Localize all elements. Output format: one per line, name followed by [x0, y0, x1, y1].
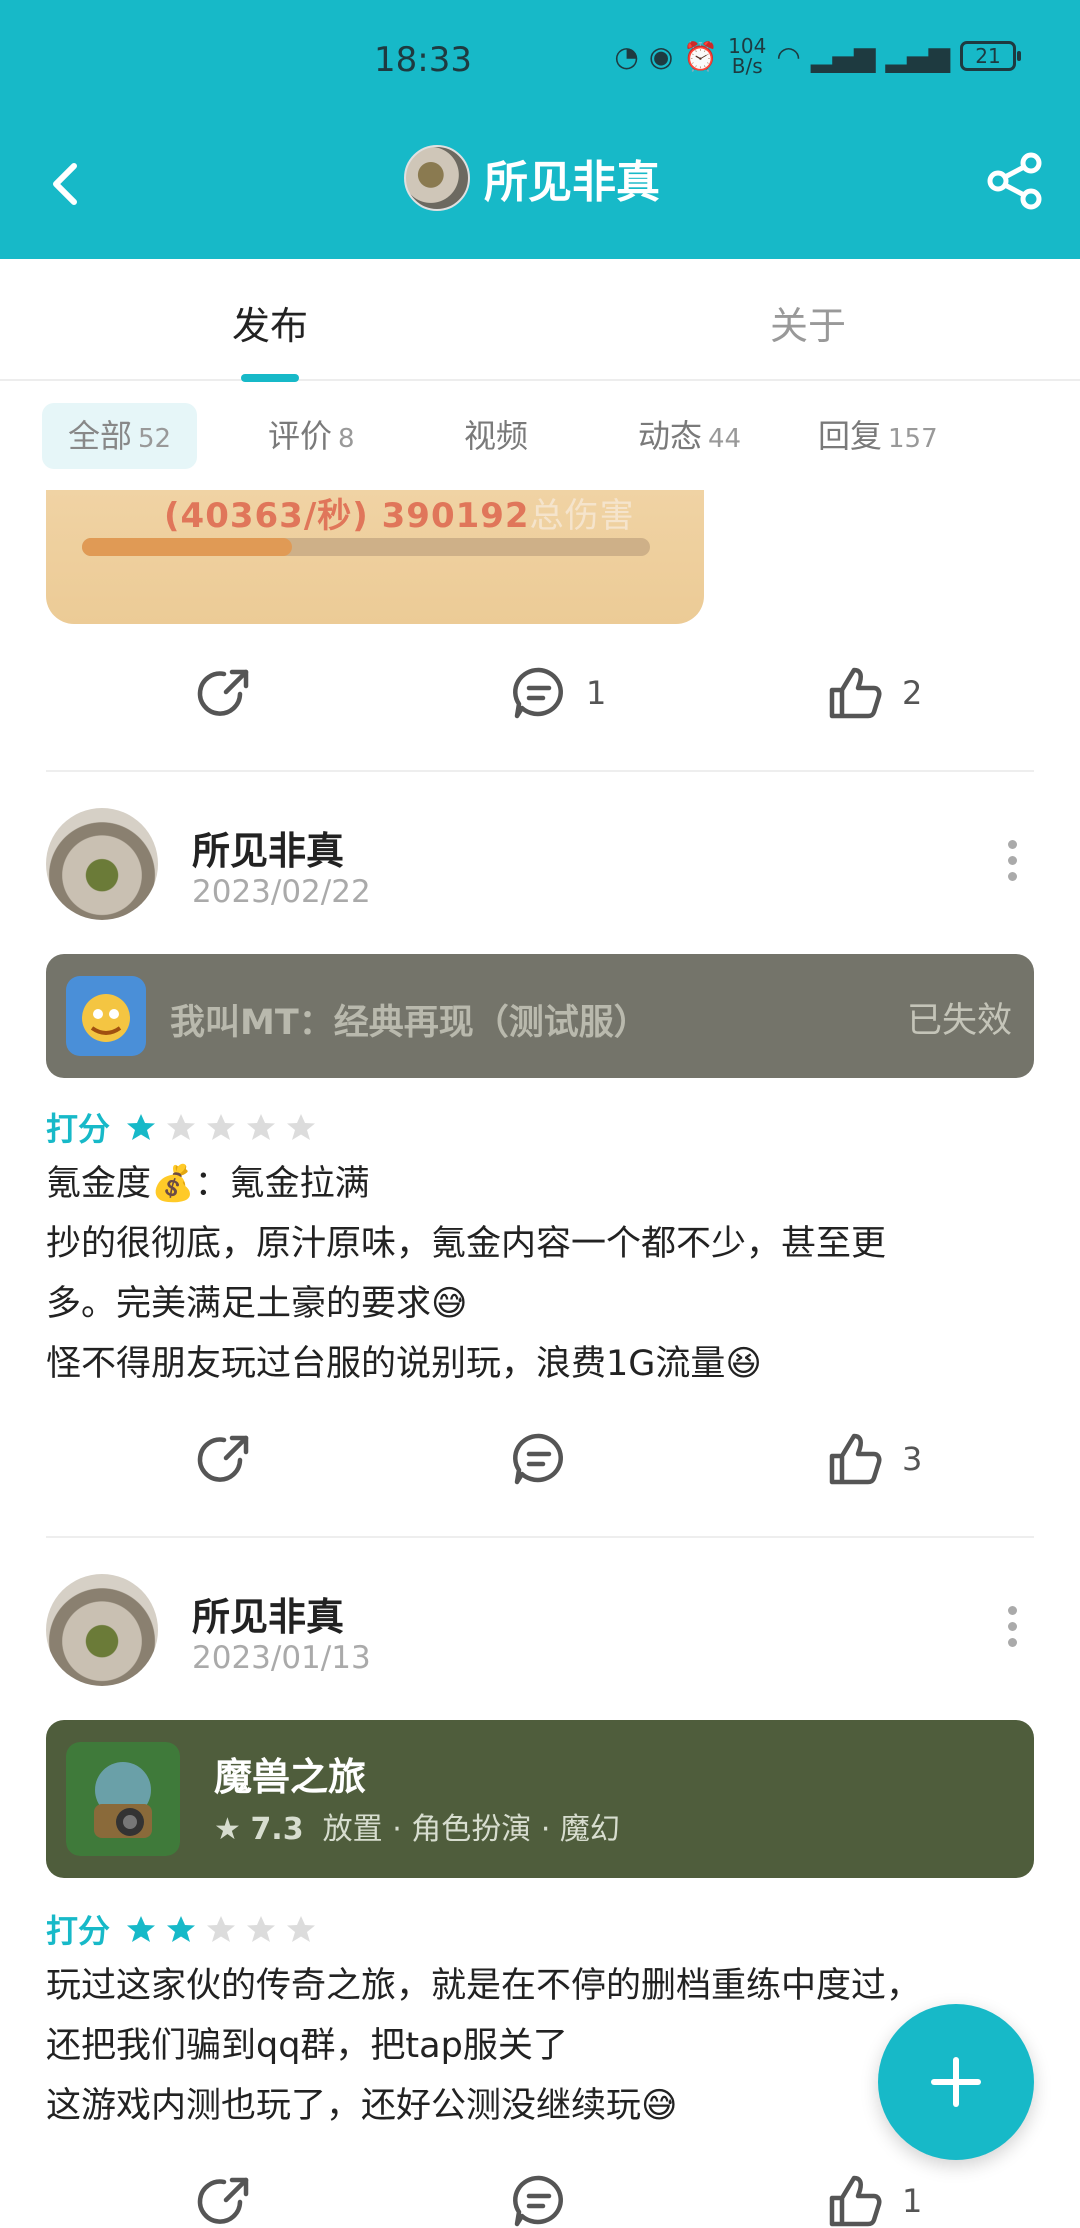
- star-filled-icon: [167, 1916, 196, 1942]
- comment-button[interactable]: [510, 1430, 586, 1488]
- like-count: 1: [902, 2182, 923, 2220]
- data-saver-icon: ◔: [614, 39, 639, 73]
- game-name: 我叫MT：经典再现（测试服）: [170, 1003, 649, 1043]
- post-actions: 1 2: [0, 656, 1080, 736]
- status-bar: 18:33 ◔ ◉ ⏰ 104 B/s ◠ ▂▄▆ ▂▄▆ 21: [0, 0, 1080, 128]
- more-options-icon[interactable]: [1004, 840, 1020, 890]
- star-empty-icon: [247, 1114, 276, 1140]
- status-time: 18:33: [374, 40, 472, 80]
- like-button[interactable]: 2: [826, 664, 922, 722]
- avatar[interactable]: [46, 808, 158, 920]
- network-speed: 104 B/s: [728, 34, 767, 78]
- wifi-icon: ◠: [776, 39, 801, 73]
- star-filled-icon: [127, 1114, 156, 1140]
- more-options-icon[interactable]: [1004, 1606, 1020, 1656]
- share-button[interactable]: [196, 664, 254, 722]
- star-empty-icon: [207, 1114, 236, 1140]
- rating: 打分: [46, 1906, 316, 1952]
- battery-icon: 21: [960, 41, 1021, 71]
- signal-icon: ▂▄▆: [810, 39, 876, 73]
- header-title-group: 所见非真: [404, 142, 660, 214]
- thumbs-up-icon: [829, 667, 882, 719]
- game-card[interactable]: 我叫MT：经典再现（测试服） 已失效: [46, 954, 1034, 1078]
- filter-reviews[interactable]: 评价 8: [242, 403, 381, 469]
- post-actions: 3: [0, 1422, 1080, 1502]
- share-arrow-icon: [197, 669, 249, 716]
- game-icon: [66, 976, 146, 1056]
- author-name[interactable]: 所见非真: [192, 1586, 344, 1641]
- back-arrow-icon[interactable]: [36, 154, 96, 214]
- comment-icon: [513, 1433, 563, 1485]
- damage-bar-fill: [82, 538, 292, 556]
- page-title: 所见非真: [484, 157, 660, 208]
- like-count: 2: [902, 674, 923, 712]
- rating: 打分: [46, 1104, 316, 1150]
- rating-label: 打分: [46, 1110, 111, 1148]
- share-arrow-icon: [197, 2177, 249, 2224]
- filter-all[interactable]: 全部 52: [42, 403, 198, 469]
- star-empty-icon: [207, 1916, 236, 1942]
- star-empty-icon: [287, 1916, 316, 1942]
- comment-button[interactable]: [510, 2172, 586, 2228]
- star-empty-icon: [287, 1114, 316, 1140]
- nav-bar: 所见非真: [0, 128, 1080, 259]
- post-body[interactable]: 氪金度💰：氪金拉满 抄的很彻底，原汁原味，氪金内容一个都不少，甚至更 多。完美满…: [46, 1154, 1036, 1394]
- like-button[interactable]: 3: [826, 1430, 922, 1488]
- post-actions: 1: [0, 2164, 1080, 2228]
- share-button[interactable]: [196, 1430, 254, 1488]
- author-name[interactable]: 所见非真: [192, 820, 344, 875]
- share-arrow-icon: [197, 1435, 249, 1482]
- alarm-icon: ⏰: [683, 39, 719, 73]
- filter-replies[interactable]: 回复 157: [792, 403, 964, 469]
- tab-about[interactable]: 关于: [770, 295, 846, 350]
- star-empty-icon: [247, 1916, 276, 1942]
- comment-icon: [513, 667, 563, 719]
- like-count: 3: [902, 1440, 923, 1478]
- divider: [46, 770, 1034, 772]
- star-filled-icon: [127, 1916, 156, 1942]
- avatar: [404, 145, 470, 211]
- share-icon[interactable]: [984, 150, 1046, 212]
- game-meta: ★ 7.3 放置 · 角色扮演 · 魔幻: [214, 1812, 620, 1847]
- app-header: 18:33 ◔ ◉ ⏰ 104 B/s ◠ ▂▄▆ ▂▄▆ 21 所见非真: [0, 0, 1080, 259]
- rating-label: 打分: [46, 1912, 111, 1950]
- main-tabs: 发布 关于: [0, 259, 1080, 381]
- filter-videos[interactable]: 视频: [438, 403, 560, 469]
- post-date: 2023/02/22: [192, 874, 371, 910]
- like-button[interactable]: 1: [826, 2172, 922, 2228]
- game-card[interactable]: 魔兽之旅 ★ 7.3 放置 · 角色扮演 · 魔幻: [46, 1720, 1034, 1878]
- status-icons: ◔ ◉ ⏰ 104 B/s ◠ ▂▄▆ ▂▄▆ 21: [614, 34, 1021, 78]
- post-date: 2023/01/13: [192, 1640, 371, 1676]
- add-post-button[interactable]: [878, 2004, 1034, 2160]
- tab-indicator: [241, 374, 299, 382]
- game-name: 魔兽之旅: [214, 1755, 367, 1799]
- avatar[interactable]: [46, 1574, 158, 1686]
- tab-publish[interactable]: 发布: [232, 295, 308, 350]
- comment-button[interactable]: 1: [510, 664, 606, 722]
- game-score: 7.3: [250, 1812, 304, 1847]
- share-button[interactable]: [196, 2172, 254, 2228]
- comment-count: 1: [586, 674, 607, 712]
- star-empty-icon: [167, 1114, 196, 1140]
- game-icon: [66, 1742, 180, 1856]
- damage-text: (40363/秒) 390192总伤害: [164, 496, 635, 536]
- post-image[interactable]: (40363/秒) 390192总伤害: [46, 490, 704, 624]
- game-tags: 放置 · 角色扮演 · 魔幻: [322, 1812, 620, 1847]
- thumbs-up-icon: [829, 1433, 882, 1485]
- comment-icon: [513, 2175, 563, 2227]
- signal-icon: ▂▄▆: [885, 39, 950, 73]
- divider: [46, 1536, 1034, 1538]
- thumbs-up-icon: [829, 2175, 882, 2227]
- eye-icon: ◉: [648, 39, 674, 73]
- filter-moments[interactable]: 动态 44: [612, 403, 767, 469]
- game-status: 已失效: [906, 1001, 1012, 1041]
- filter-bar: 全部 52 评价 8 视频 动态 44 回复 157: [0, 395, 1080, 495]
